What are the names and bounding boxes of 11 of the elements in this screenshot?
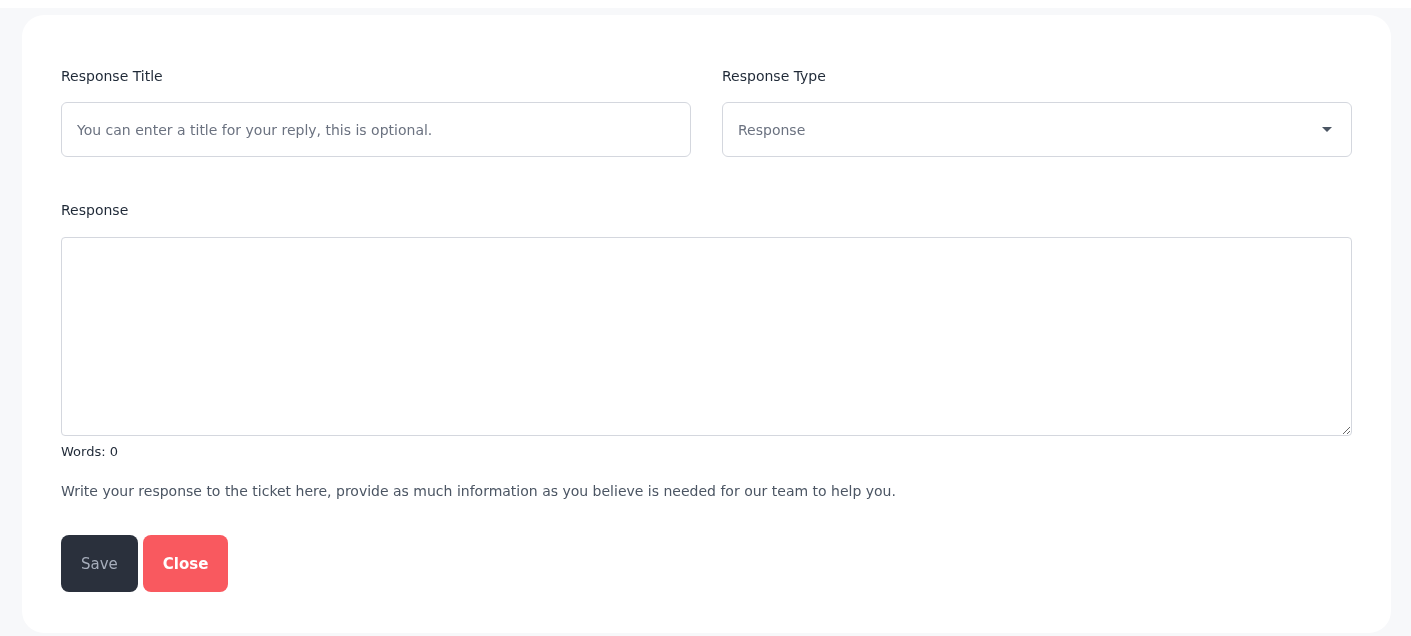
caret-icon xyxy=(1322,127,1332,132)
response-text-area[interactable] xyxy=(61,237,1352,436)
field-label: Response xyxy=(61,201,129,219)
save-button[interactable]: Save xyxy=(61,535,138,592)
word-count: Words: 0 xyxy=(61,444,118,459)
help-text: Write your response to the ticket here, provide as much information as you believe is needed for our team to help you. xyxy=(61,483,896,499)
title-input-field[interactable]: You can enter a title for your reply, this is optional. xyxy=(61,102,691,157)
field-label: Response Type xyxy=(722,67,826,85)
type-dropdown[interactable]: Response xyxy=(722,102,1352,157)
field-label: Response Title xyxy=(61,67,163,85)
close-button[interactable]: Close xyxy=(142,535,229,592)
